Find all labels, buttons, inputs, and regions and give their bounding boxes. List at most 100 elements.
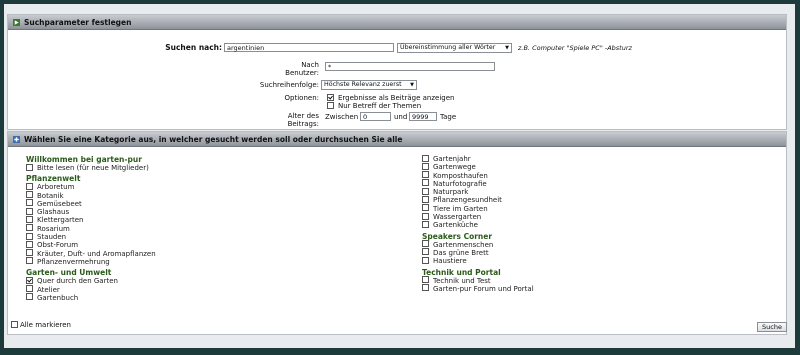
category-item[interactable]: Stauden xyxy=(26,232,156,242)
category-item[interactable]: Gartenwege xyxy=(422,162,534,172)
category-item[interactable]: Pflanzenvermehrung xyxy=(26,257,156,266)
checkbox-icon[interactable] xyxy=(26,191,33,199)
category-item-label: Tiere im Garten xyxy=(433,204,488,213)
category-item-label: Arboretum xyxy=(37,183,75,192)
checkbox-icon[interactable] xyxy=(26,293,33,301)
category-item[interactable]: Wassergarten xyxy=(422,212,534,221)
order-select[interactable]: Höchste Relevanz zuerst ▼ xyxy=(321,80,417,90)
checkbox-icon[interactable] xyxy=(26,163,33,171)
author-label-line2: Benutzer: xyxy=(285,69,319,77)
group-title: Willkommen bei garten-pur xyxy=(26,155,142,164)
category-item-label: Gartenwege xyxy=(433,163,476,172)
checkbox-icon[interactable] xyxy=(422,162,429,170)
age-to-input[interactable]: 9999 xyxy=(409,112,437,121)
category-item[interactable]: Gemüsebeet xyxy=(26,199,156,208)
search-parameters-title: Suchparameter festlegen xyxy=(24,17,132,27)
checkbox-icon[interactable] xyxy=(422,276,429,284)
category-item-label: Stauden xyxy=(37,233,67,242)
order-value: Höchste Relevanz zuerst xyxy=(324,81,402,88)
group-title: Pflanzenwelt xyxy=(26,174,81,184)
category-item-label: Naturpark xyxy=(433,188,469,197)
search-button[interactable]: Suche xyxy=(757,322,787,332)
collapse-arrow-icon[interactable] xyxy=(13,18,20,26)
author-input[interactable]: * xyxy=(325,62,495,71)
checkbox-checked-icon[interactable] xyxy=(327,93,334,101)
categories-header[interactable]: Wählen Sie eine Kategorie aus, in welche… xyxy=(8,132,786,147)
search-parameters-header[interactable]: Suchparameter festlegen xyxy=(8,15,786,30)
checkbox-icon[interactable] xyxy=(422,171,429,179)
category-item[interactable]: Garten-pur Forum und Portal xyxy=(422,284,534,293)
category-item[interactable]: Gartenbuch xyxy=(26,293,156,302)
match-mode-select[interactable]: Übereinstimmung aller Wörter ▼ xyxy=(397,43,512,53)
checkbox-icon[interactable] xyxy=(26,182,33,190)
category-item[interactable]: Komposthaufen xyxy=(422,171,534,180)
checkbox-icon[interactable] xyxy=(26,199,33,207)
checkbox-icon[interactable] xyxy=(26,207,33,215)
search-input[interactable]: argentinien xyxy=(224,43,394,52)
category-item-label: Obst-Forum xyxy=(37,241,79,250)
category-item[interactable]: Tiere im Garten xyxy=(422,204,534,213)
checkbox-checked-icon[interactable] xyxy=(26,276,33,284)
category-item[interactable]: Obst-Forum xyxy=(26,240,156,250)
expand-plus-icon[interactable] xyxy=(13,135,20,143)
checkbox-icon[interactable] xyxy=(422,204,429,212)
match-mode-value: Übereinstimmung aller Wörter xyxy=(400,44,496,51)
category-item[interactable]: Gartenjahr xyxy=(422,154,534,163)
checkbox-icon[interactable] xyxy=(26,224,33,232)
category-item-label: Naturfotografie xyxy=(433,179,487,188)
age-from-input[interactable]: 0 xyxy=(360,112,391,121)
checkbox-icon[interactable] xyxy=(26,249,33,257)
category-item[interactable]: Kräuter, Duft- und Aromapflanzen xyxy=(26,249,156,258)
category-item[interactable]: Rosarium xyxy=(26,224,156,233)
checkbox-icon[interactable] xyxy=(422,256,429,264)
checkbox-icon[interactable] xyxy=(422,154,429,162)
category-item-label: Bitte lesen (für neue Mitglieder) xyxy=(37,164,149,172)
option-show-posts[interactable]: Ergebnisse als Beiträge anzeigen xyxy=(327,93,454,102)
checkbox-icon[interactable] xyxy=(26,215,33,223)
checkbox-icon[interactable] xyxy=(422,212,429,220)
checkbox-icon[interactable] xyxy=(26,285,33,293)
category-item[interactable]: Naturfotografie xyxy=(422,179,534,188)
category-item-label: Garten-pur Forum und Portal xyxy=(433,284,534,293)
checkbox-icon[interactable] xyxy=(11,320,18,328)
checkbox-icon[interactable] xyxy=(422,220,429,228)
search-example-hint: z.B. Computer "Spiele PC" -Absturz xyxy=(518,44,632,52)
author-label-line1: Nach xyxy=(301,61,319,69)
checkbox-icon[interactable] xyxy=(422,248,429,256)
checkbox-icon[interactable] xyxy=(422,195,429,203)
category-item[interactable]: Atelier xyxy=(26,285,156,294)
category-item-label: Gartenjahr xyxy=(433,155,471,163)
checkbox-icon[interactable] xyxy=(26,240,33,248)
category-item[interactable]: Naturpark xyxy=(422,187,534,197)
checkbox-icon[interactable] xyxy=(422,240,429,248)
category-item-label: Pflanzenvermehrung xyxy=(37,257,110,266)
category-item[interactable]: Arboretum xyxy=(26,182,156,192)
dropdown-arrow-icon: ▼ xyxy=(410,82,414,88)
checkbox-icon[interactable] xyxy=(327,101,334,109)
dropdown-arrow-icon: ▼ xyxy=(505,45,509,51)
category-item[interactable]: Pflanzengesundheit xyxy=(422,195,534,204)
category-item-label: Komposthaufen xyxy=(433,171,488,180)
category-item[interactable]: Quer durch den Garten xyxy=(26,276,156,285)
group-list: Quer durch den Garten Atelier Gartenbuch xyxy=(26,276,156,302)
category-item[interactable]: Bitte lesen (für neue Mitglieder) xyxy=(26,163,156,172)
category-item[interactable]: Gartenmenschen xyxy=(422,240,534,249)
categories-title: Wählen Sie eine Kategorie aus, in welche… xyxy=(24,134,403,144)
categories-panel: Wählen Sie eine Kategorie aus, in welche… xyxy=(7,131,787,335)
category-item[interactable]: Das grüne Brett xyxy=(422,248,534,257)
checkbox-icon[interactable] xyxy=(26,232,33,240)
option-subject-only[interactable]: Nur Betreff der Themen xyxy=(327,101,421,110)
category-item[interactable]: Gartenküche xyxy=(422,220,534,229)
category-item[interactable]: Haustiere xyxy=(422,256,534,265)
mark-all-option[interactable]: Alle markieren xyxy=(11,320,71,329)
group-title: Speakers Corner xyxy=(422,231,493,241)
category-item[interactable]: Klettergarten xyxy=(26,215,156,224)
category-item[interactable]: Glashaus xyxy=(26,207,156,216)
checkbox-icon[interactable] xyxy=(422,179,429,187)
categories-left-column: Willkommen bei garten-pur Bitte lesen (f… xyxy=(26,155,156,302)
category-item[interactable]: Technik und Test xyxy=(422,276,534,285)
checkbox-icon[interactable] xyxy=(422,187,429,195)
checkbox-icon[interactable] xyxy=(26,257,33,265)
category-item[interactable]: Botanik xyxy=(26,191,156,200)
checkbox-icon[interactable] xyxy=(422,284,429,292)
